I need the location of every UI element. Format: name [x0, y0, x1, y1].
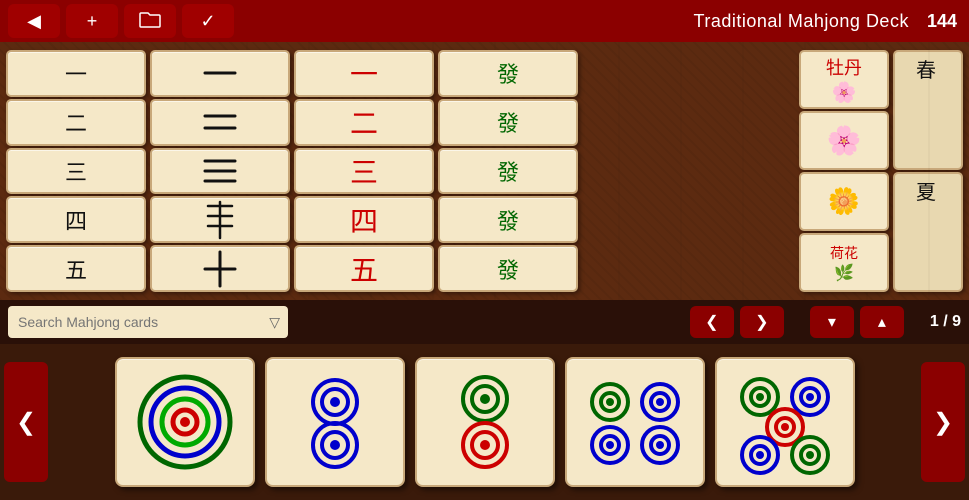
flower-column: 牡丹 🌸 🌸 🌼 荷花 🌿	[799, 50, 889, 292]
tile-row[interactable]: 三	[294, 148, 434, 195]
prev-page-button[interactable]: ❮	[690, 306, 734, 338]
scroll-down-button[interactable]: ▾	[810, 306, 854, 338]
tile-row[interactable]	[150, 245, 290, 292]
tile-row[interactable]: 四	[294, 196, 434, 243]
nav-arrows: ❮ ❯	[690, 306, 784, 338]
column-3: 一 二 三 四 五	[294, 50, 434, 292]
vert-nav: ▾ ▴	[810, 306, 904, 338]
prev-card-button[interactable]: ❮	[4, 362, 48, 482]
toolbar-count: 144	[927, 11, 957, 32]
column-2	[150, 50, 290, 292]
bottom-tile-2[interactable]	[265, 357, 405, 487]
bottom-cards	[48, 357, 921, 487]
add-button[interactable]: +	[66, 4, 118, 38]
tile-row[interactable]: 一	[294, 50, 434, 97]
season-tile-summer[interactable]: 夏	[893, 172, 963, 292]
tile-row[interactable]: 發	[438, 50, 578, 97]
scroll-up-button[interactable]: ▴	[860, 306, 904, 338]
column-1: 一 二 三 四 五	[6, 50, 146, 292]
tile-row[interactable]: 發	[438, 148, 578, 195]
folder-icon	[139, 10, 161, 33]
main-tile-area: 一 二 三 四 五	[0, 42, 969, 300]
tile-row[interactable]: 二	[6, 99, 146, 146]
tile-row[interactable]: 三	[6, 148, 146, 195]
add-icon: +	[87, 11, 98, 32]
toolbar-title: Traditional Mahjong Deck	[694, 11, 909, 32]
flower-tile-chrysanthemum[interactable]: 🌼	[799, 172, 889, 231]
tile-row[interactable]	[150, 148, 290, 195]
tile-row[interactable]: 四	[6, 196, 146, 243]
flower-tile-peony[interactable]: 牡丹 🌸	[799, 50, 889, 109]
check-icon: ✓	[200, 11, 215, 32]
season-tile-spring[interactable]: 春	[893, 50, 963, 170]
tile-row[interactable]: 發	[438, 245, 578, 292]
toolbar: ◀ + ✓ Traditional Mahjong Deck 144	[0, 0, 969, 42]
bottom-tile-4[interactable]	[565, 357, 705, 487]
bottom-tile-3[interactable]	[415, 357, 555, 487]
tile-row[interactable]	[150, 50, 290, 97]
tile-row[interactable]: 發	[438, 99, 578, 146]
tile-row[interactable]	[150, 196, 290, 243]
season-column: 春 夏	[893, 50, 963, 292]
search-input[interactable]	[8, 306, 288, 338]
tile-row[interactable]	[150, 99, 290, 146]
bottom-tile-5[interactable]	[715, 357, 855, 487]
tile-row[interactable]: 二	[294, 99, 434, 146]
search-wrapper: ▽	[8, 306, 288, 338]
back-icon: ◀	[27, 11, 41, 32]
back-button[interactable]: ◀	[8, 4, 60, 38]
next-page-button[interactable]: ❯	[740, 306, 784, 338]
tile-row[interactable]: 發	[438, 196, 578, 243]
tile-row[interactable]: 一	[6, 50, 146, 97]
folder-button[interactable]	[124, 4, 176, 38]
check-button[interactable]: ✓	[182, 4, 234, 38]
page-counter: 1 / 9	[930, 313, 961, 331]
column-4: 發 發 發 發 發	[438, 50, 578, 292]
next-card-button[interactable]: ❯	[921, 362, 965, 482]
flower-tile-lotus[interactable]: 荷花 🌿	[799, 233, 889, 292]
bottom-tile-1[interactable]	[115, 357, 255, 487]
flower-tile-blue[interactable]: 🌸	[799, 111, 889, 170]
bottom-row: ❮	[0, 344, 969, 500]
controls-bar: ▽ ❮ ❯ ▾ ▴ 1 / 9	[0, 300, 969, 344]
tile-row[interactable]: 五	[6, 245, 146, 292]
tile-row[interactable]: 五	[294, 245, 434, 292]
